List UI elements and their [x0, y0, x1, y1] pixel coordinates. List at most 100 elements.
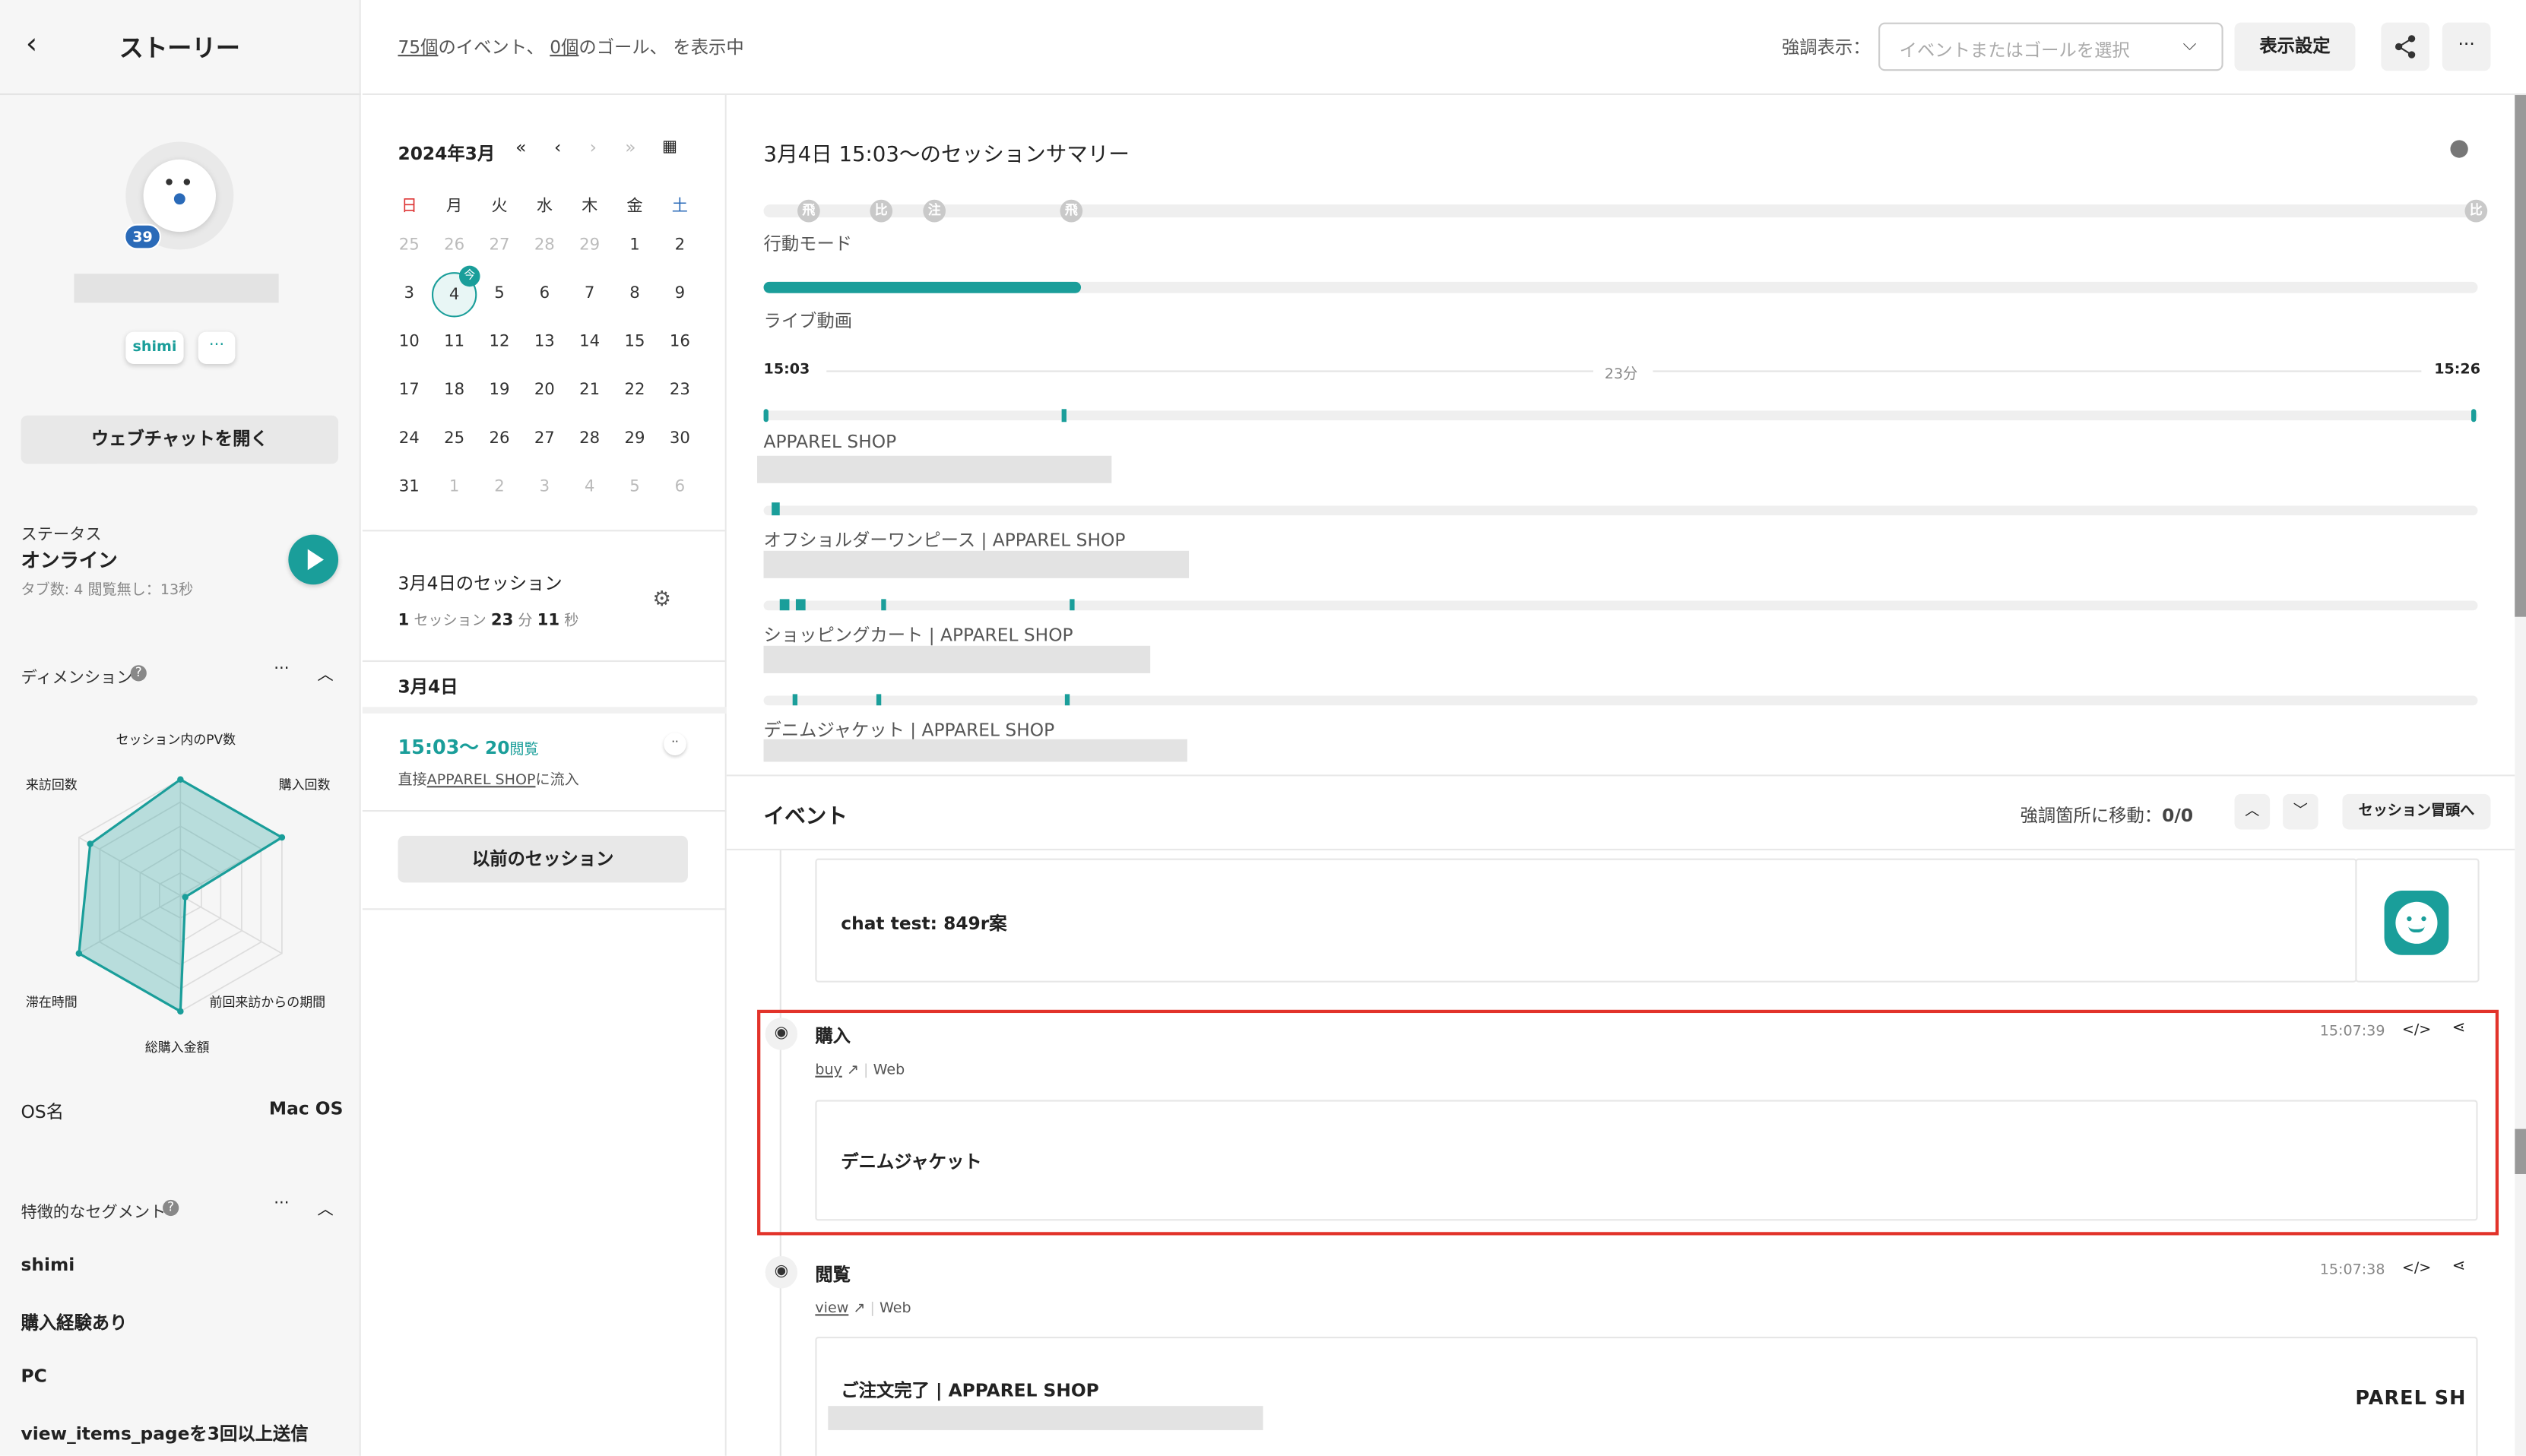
calendar-day[interactable]: 15 — [612, 334, 657, 351]
calendar-day[interactable]: 29 — [567, 237, 612, 255]
calendar-day[interactable]: 28 — [567, 430, 612, 448]
share-icon[interactable]: ⋖ — [2452, 1020, 2466, 1037]
calendar-day[interactable]: 1 — [432, 478, 477, 495]
calendar-day[interactable]: 31 — [387, 478, 432, 495]
calendar-day[interactable]: 26 — [477, 430, 521, 448]
calendar-day[interactable]: 14 — [567, 334, 612, 351]
previous-sessions-button[interactable]: 以前のセッション — [398, 835, 688, 883]
prev-month-icon[interactable]: ‹ — [554, 137, 561, 158]
event-link[interactable]: buy — [815, 1063, 841, 1079]
calendar-day[interactable]: 11 — [432, 334, 477, 351]
page-track[interactable] — [763, 505, 2478, 516]
page-track[interactable] — [763, 695, 2478, 706]
calendar-day[interactable]: 2 — [658, 237, 702, 255]
calendar-day[interactable]: 19 — [477, 381, 521, 399]
calendar-day[interactable]: 13 — [522, 334, 567, 351]
next-month-icon[interactable]: › — [590, 137, 597, 158]
page-visit-marker[interactable] — [792, 694, 798, 706]
record-icon[interactable] — [2450, 140, 2468, 158]
page-visit-marker[interactable] — [2471, 409, 2477, 423]
highlight-select[interactable]: イベントまたはゴールを選択 ⌵ — [1878, 22, 2223, 71]
segment-more-icon[interactable]: ··· — [274, 1195, 289, 1213]
calendar-day[interactable]: 20 — [522, 381, 567, 399]
page-track[interactable] — [763, 600, 2478, 611]
calendar-day[interactable]: 25 — [387, 237, 432, 255]
share-icon[interactable]: ⋖ — [2452, 1258, 2466, 1275]
share-button[interactable] — [2381, 22, 2429, 71]
session-top-button[interactable]: セッション冒頭へ — [2342, 793, 2491, 830]
page-visit-marker[interactable] — [876, 694, 882, 706]
mode-marker[interactable]: 比 — [870, 199, 893, 223]
calendar-day[interactable]: 30 — [658, 430, 702, 448]
calendar-day[interactable]: 12 — [477, 334, 521, 351]
back-icon[interactable]: ‹ — [26, 27, 37, 62]
chevron-up-icon[interactable]: ︿ — [2234, 793, 2271, 830]
event-link[interactable]: view — [815, 1301, 848, 1317]
chevron-down-icon[interactable]: ﹀ — [2283, 793, 2318, 830]
page-visit-marker[interactable] — [763, 409, 769, 423]
user-tag[interactable]: shimi — [125, 331, 184, 364]
calendar-day[interactable]: 26 — [432, 237, 477, 255]
page-track[interactable] — [763, 410, 2478, 421]
session-entry[interactable]: 15:03〜 20閲覧 — [398, 733, 538, 760]
calendar-day[interactable]: 25 — [432, 430, 477, 448]
calendar-day[interactable]: 18 — [432, 381, 477, 399]
calendar-day[interactable]: 23 — [658, 381, 702, 399]
page-visit-marker[interactable] — [795, 599, 806, 611]
calendar-day[interactable]: 6 — [522, 285, 567, 302]
calendar-day[interactable]: 27 — [477, 237, 521, 255]
calendar-day[interactable]: 2 — [477, 478, 521, 495]
calendar-day[interactable]: 21 — [567, 381, 612, 399]
calendar-day[interactable]: 1 — [612, 237, 657, 255]
calendar-icon[interactable]: ▦ — [662, 138, 677, 156]
code-icon[interactable]: </> — [2402, 1261, 2431, 1277]
page-visit-marker[interactable] — [1064, 694, 1070, 706]
page-visit-marker[interactable] — [1070, 599, 1075, 611]
calendar-day[interactable]: 7 — [567, 285, 612, 302]
mode-marker[interactable]: 飛 — [797, 199, 820, 223]
calendar-day[interactable]: 5 — [612, 478, 657, 495]
calendar-day[interactable]: 6 — [658, 478, 702, 495]
collapse-icon[interactable]: ︿ — [318, 1195, 334, 1219]
display-settings-button[interactable]: 表示設定 — [2234, 22, 2356, 71]
open-webchat-button[interactable]: ウェブチャットを開く — [21, 415, 339, 464]
mode-marker[interactable]: 比 — [2464, 199, 2488, 223]
collapse-icon[interactable]: ︿ — [318, 660, 334, 684]
calendar-day[interactable]: 5 — [477, 285, 521, 302]
scrollbar[interactable] — [2515, 95, 2526, 1456]
more-tags-button[interactable]: ··· — [198, 331, 236, 364]
help-icon[interactable]: ? — [130, 665, 147, 682]
calendar-day[interactable]: 24 — [387, 430, 432, 448]
play-button[interactable] — [288, 534, 339, 585]
prev-year-icon[interactable]: « — [515, 137, 526, 158]
calendar-day[interactable]: 4 — [567, 478, 612, 495]
calendar-day[interactable]: 17 — [387, 381, 432, 399]
page-visit-marker[interactable] — [1061, 409, 1066, 423]
goals-count-link[interactable]: 0個 — [550, 37, 578, 59]
calendar-day[interactable]: 3 — [387, 285, 432, 302]
calendar-day[interactable]: 9 — [658, 285, 702, 302]
dimension-more-icon[interactable]: ··· — [274, 660, 289, 678]
calendar-day[interactable]: 16 — [658, 334, 702, 351]
help-icon[interactable]: ? — [163, 1199, 179, 1217]
live-track[interactable] — [763, 281, 2478, 293]
page-visit-marker[interactable] — [881, 599, 886, 611]
calendar-day[interactable]: 3 — [522, 478, 567, 495]
more-menu-button[interactable]: ··· — [2442, 22, 2491, 71]
events-count-link[interactable]: 75個 — [398, 37, 438, 59]
mode-marker[interactable]: 注 — [923, 199, 946, 223]
calendar-day[interactable]: 8 — [612, 285, 657, 302]
calendar-day[interactable]: 29 — [612, 430, 657, 448]
calendar-day[interactable]: 10 — [387, 334, 432, 351]
next-year-icon[interactable]: » — [625, 137, 635, 158]
page-visit-marker[interactable] — [779, 599, 790, 611]
page-visit-marker[interactable] — [772, 502, 780, 516]
calendar-day[interactable]: 27 — [522, 430, 567, 448]
calendar-day[interactable]: 28 — [522, 237, 567, 255]
calendar-day[interactable]: 22 — [612, 381, 657, 399]
eye-icon[interactable]: ◉ — [765, 1256, 798, 1289]
eye-icon[interactable]: ◉ — [765, 1018, 798, 1050]
code-icon[interactable]: </> — [2402, 1023, 2431, 1039]
mode-marker[interactable]: 飛 — [1060, 199, 1083, 223]
gear-icon[interactable]: ⚙ — [652, 588, 671, 612]
